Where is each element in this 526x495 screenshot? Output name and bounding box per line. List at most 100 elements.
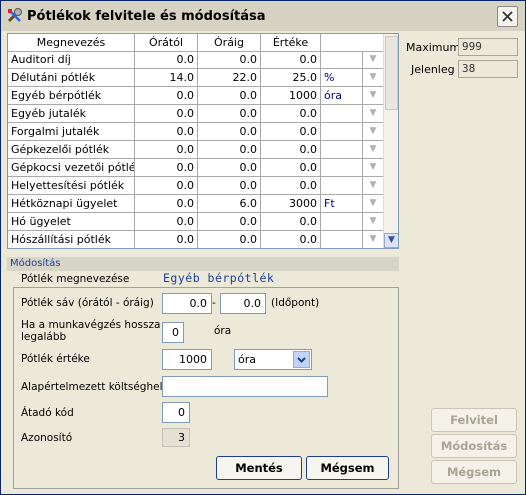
- chevron-down-icon[interactable]: ▼: [363, 123, 383, 141]
- cell-value[interactable]: 0.0: [261, 231, 321, 248]
- cell-name[interactable]: Hó ügyelet: [8, 213, 135, 231]
- cell-to[interactable]: 0.0: [198, 87, 261, 105]
- cell-name[interactable]: Auditori díj: [8, 51, 135, 69]
- cell-name[interactable]: Helyettesítési pótlék: [8, 177, 135, 195]
- cell-unit[interactable]: [321, 51, 363, 69]
- cell-name[interactable]: Egyéb jutalék: [8, 105, 135, 123]
- cell-name[interactable]: Egyéb bérpótlék: [8, 87, 135, 105]
- value-input[interactable]: 1000: [162, 349, 212, 370]
- cell-unit[interactable]: %: [321, 69, 363, 87]
- range-to-input[interactable]: 0.0: [220, 293, 266, 314]
- table-scrollbar[interactable]: ▼: [383, 34, 398, 248]
- range-from-input[interactable]: 0.0: [162, 293, 212, 314]
- table-row[interactable]: Hószállítási pótlék 0.0 0.0 0.0 ▼: [8, 231, 383, 248]
- modify-button[interactable]: Módosítás: [431, 434, 517, 458]
- cell-to[interactable]: 22.0: [198, 69, 261, 87]
- cell-unit[interactable]: óra: [321, 87, 363, 105]
- cell-unit[interactable]: [321, 123, 363, 141]
- table-row[interactable]: Forgalmi jutalék 0.0 0.0 0.0 ▼: [8, 123, 383, 141]
- min-hours-input[interactable]: 0: [162, 322, 184, 343]
- cell-value[interactable]: 0.0: [261, 159, 321, 177]
- chevron-down-icon[interactable]: ▼: [363, 51, 383, 69]
- column-header-to[interactable]: Óráig: [198, 34, 261, 51]
- chevron-down-icon[interactable]: ▼: [363, 159, 383, 177]
- cell-from[interactable]: 0.0: [135, 177, 198, 195]
- table-row[interactable]: Délutáni pótlék 14.0 22.0 25.0% ▼: [8, 69, 383, 87]
- cell-from[interactable]: 0.0: [135, 87, 198, 105]
- table-row[interactable]: Hétköznapi ügyelet 0.0 6.0 3000 Ft ▼: [8, 195, 383, 213]
- table-row[interactable]: Helyettesítési pótlék 0.0 0.0 0.0 ▼: [8, 177, 383, 195]
- cell-from[interactable]: 0.0: [135, 123, 198, 141]
- chevron-down-icon[interactable]: ▼: [363, 195, 383, 213]
- cell-unit[interactable]: [321, 159, 363, 177]
- table-row[interactable]: Hó ügyelet 0.0 0.0 0.0 ▼: [8, 213, 383, 231]
- table-row[interactable]: Gépkezelői pótlék 0.0 0.0 0.0 ▼: [8, 141, 383, 159]
- cell-value[interactable]: 0.0: [261, 141, 321, 159]
- cell-from[interactable]: 0.0: [135, 195, 198, 213]
- save-button[interactable]: Mentés: [216, 456, 302, 480]
- cell-from[interactable]: 0.0: [135, 141, 198, 159]
- cell-value[interactable]: 0.0: [261, 105, 321, 123]
- cell-name[interactable]: Gépkezelői pótlék: [8, 141, 135, 159]
- cell-unit[interactable]: [321, 231, 363, 248]
- cell-from[interactable]: 0.0: [135, 213, 198, 231]
- cell-to[interactable]: 0.0: [198, 213, 261, 231]
- cell-name[interactable]: Délutáni pótlék: [8, 69, 135, 87]
- cell-to[interactable]: 0.0: [198, 141, 261, 159]
- cell-name[interactable]: Hószállítási pótlék: [8, 231, 135, 248]
- side-cancel-button[interactable]: Mégsem: [431, 460, 517, 484]
- cell-value[interactable]: 1000: [261, 87, 321, 105]
- chevron-down-icon[interactable]: [293, 351, 310, 368]
- column-header-from[interactable]: Órától: [135, 34, 198, 51]
- cost-center-input[interactable]: [162, 376, 328, 397]
- chevron-down-icon[interactable]: ▼: [363, 87, 383, 105]
- column-header-value[interactable]: Értéke: [261, 34, 321, 51]
- table-row[interactable]: Auditori díj 0.0 0.0 0.0 ▼: [8, 51, 383, 69]
- cell-unit[interactable]: [321, 213, 363, 231]
- transfer-code-input[interactable]: 0: [162, 402, 190, 423]
- cell-to[interactable]: 0.0: [198, 51, 261, 69]
- cell-value[interactable]: 3000: [261, 195, 321, 213]
- cell-name[interactable]: Gépkocsi vezetői pótlé: [8, 159, 135, 177]
- chevron-down-icon[interactable]: ▼: [363, 141, 383, 159]
- cell-to[interactable]: 0.0: [198, 123, 261, 141]
- cell-from[interactable]: 0.0: [135, 51, 198, 69]
- value-unit-select[interactable]: óra: [234, 349, 312, 370]
- potlek-table[interactable]: Megnevezés Órától Óráig Értéke Auditori …: [7, 33, 399, 249]
- cell-to[interactable]: 0.0: [198, 177, 261, 195]
- modify-panel: Módosítás Pótlék megnevezése Egyéb bérpó…: [7, 257, 399, 489]
- cell-to[interactable]: 0.0: [198, 231, 261, 248]
- cell-unit[interactable]: [321, 141, 363, 159]
- cell-from[interactable]: 14.0: [135, 69, 198, 87]
- table-row[interactable]: Egyéb bérpótlék 0.0 0.0 1000 óra ▼: [8, 87, 383, 105]
- chevron-down-icon[interactable]: ▼: [363, 177, 383, 195]
- chevron-down-icon[interactable]: ▼: [363, 231, 383, 248]
- cell-value[interactable]: 0.0: [261, 213, 321, 231]
- chevron-down-icon[interactable]: ▼: [363, 69, 383, 87]
- cell-value[interactable]: 25.0: [261, 69, 321, 87]
- cell-from[interactable]: 0.0: [135, 105, 198, 123]
- add-button[interactable]: Felvitel: [431, 408, 517, 432]
- cell-name[interactable]: Hétköznapi ügyelet: [8, 195, 135, 213]
- cancel-button[interactable]: Mégsem: [306, 456, 389, 480]
- cell-value[interactable]: 0.0: [261, 51, 321, 69]
- cell-value[interactable]: 0.0: [261, 177, 321, 195]
- chevron-down-icon[interactable]: ▼: [363, 213, 383, 231]
- cell-unit[interactable]: Ft: [321, 195, 363, 213]
- chevron-down-icon[interactable]: ▼: [363, 105, 383, 123]
- cell-unit[interactable]: [321, 105, 363, 123]
- cell-from[interactable]: 0.0: [135, 159, 198, 177]
- cell-from[interactable]: 0.0: [135, 231, 198, 248]
- cell-to[interactable]: 0.0: [198, 105, 261, 123]
- table-row[interactable]: Egyéb jutalék 0.0 0.0 0.0 ▼: [8, 105, 383, 123]
- cell-name[interactable]: Forgalmi jutalék: [8, 123, 135, 141]
- column-header-name[interactable]: Megnevezés: [8, 34, 135, 51]
- close-button[interactable]: [497, 6, 518, 27]
- cell-value[interactable]: 0.0: [261, 123, 321, 141]
- cell-to[interactable]: 6.0: [198, 195, 261, 213]
- cell-unit[interactable]: [321, 177, 363, 195]
- cell-to[interactable]: 0.0: [198, 159, 261, 177]
- scrollbar-thumb[interactable]: [385, 36, 398, 110]
- scroll-down-icon[interactable]: ▼: [384, 233, 398, 248]
- table-row[interactable]: Gépkocsi vezetői pótlé 0.0 0.0 0.0 ▼: [8, 159, 383, 177]
